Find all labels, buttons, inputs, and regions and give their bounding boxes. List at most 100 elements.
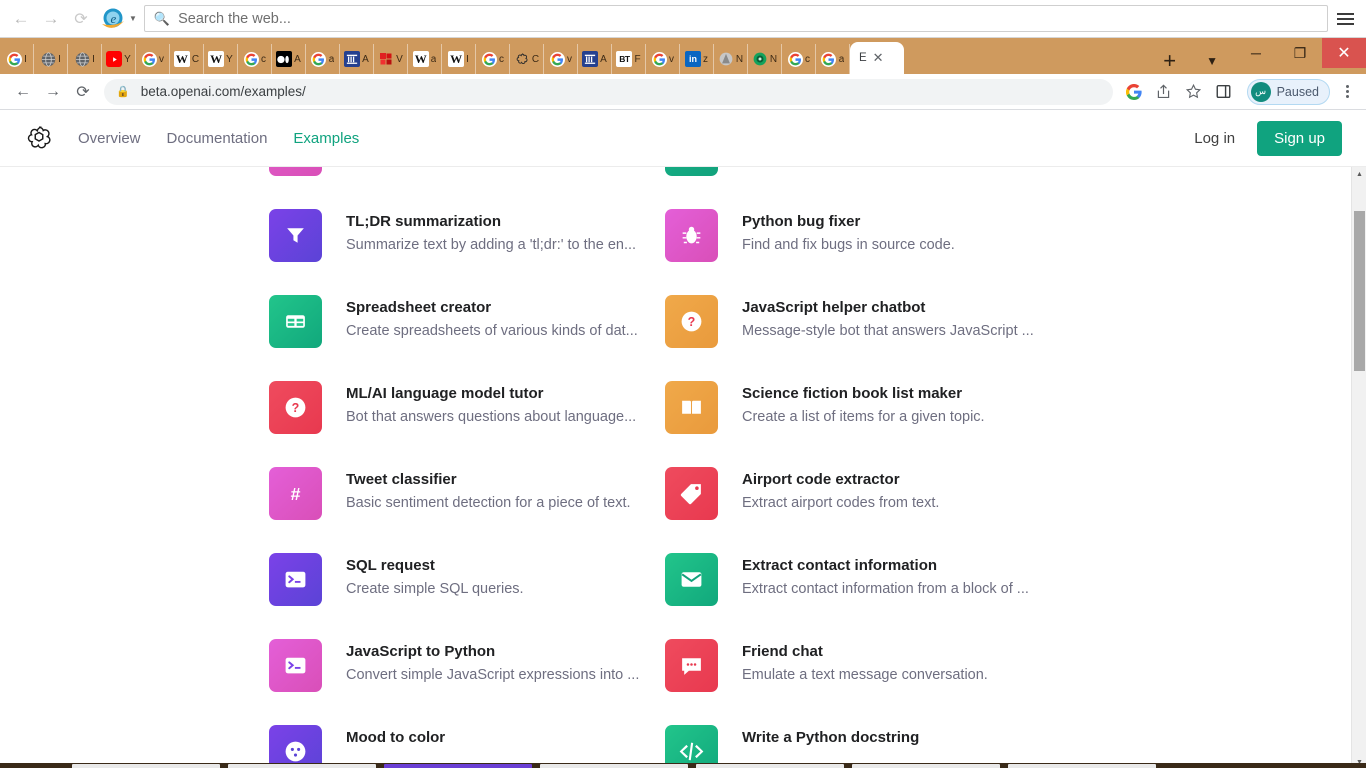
ie-forward-button[interactable]: → (36, 4, 66, 34)
browser-reload-button[interactable]: ⟳ (68, 78, 98, 106)
signup-button[interactable]: Sign up (1257, 120, 1342, 156)
browser-tab[interactable]: WI (442, 44, 476, 74)
nav-link-overview[interactable]: Overview (78, 130, 141, 147)
example-card-body: TL;DR summarization Summarize text by add… (346, 209, 636, 253)
browser-tab[interactable]: A (578, 44, 612, 74)
example-card[interactable]: TL;DR summarization Summarize text by add… (269, 197, 665, 283)
profile-chip[interactable]: س Paused (1246, 78, 1330, 105)
browser-tab[interactable]: N (714, 44, 748, 74)
browser-tab[interactable]: a (306, 44, 340, 74)
example-card[interactable]: Friend chat Emulate a text message conver… (665, 627, 1061, 713)
example-card[interactable]: Extract contact information Extract conta… (665, 541, 1061, 627)
scrollbar-thumb[interactable] (1354, 211, 1365, 371)
vertical-scrollbar[interactable]: ▲ ▼ (1351, 167, 1366, 768)
eye-favicon-icon (752, 51, 768, 67)
address-bar[interactable]: 🔒 beta.openai.com/examples/ (104, 78, 1113, 105)
lock-icon: 🔒 (116, 86, 130, 98)
example-card[interactable]: SQL request Create simple SQL queries. (269, 541, 665, 627)
globe-favicon-icon (74, 51, 90, 67)
kebab-menu-icon[interactable] (1336, 85, 1358, 98)
example-card-description: Find and fix bugs in source code. (742, 237, 955, 253)
example-card[interactable]: Mood to color (269, 713, 665, 768)
browser-tab[interactable]: v (136, 44, 170, 74)
browser-tab[interactable]: in z (680, 44, 714, 74)
ie-back-button[interactable]: ← (6, 4, 36, 34)
example-card[interactable]: Write a Python docstring (665, 713, 1061, 768)
example-card[interactable]: ? JavaScript helper chatbot Message-style … (665, 283, 1061, 369)
hamburger-menu-icon[interactable] (1334, 12, 1360, 25)
browser-tab[interactable]: WY (204, 44, 238, 74)
browser-tab-label: N (769, 53, 778, 65)
share-icon[interactable] (1149, 78, 1179, 106)
example-card[interactable]: Airport code extractor Extract airport co… (665, 455, 1061, 541)
google-g-favicon-icon (481, 51, 497, 67)
browser-tab-label: a (328, 53, 335, 65)
google-g-favicon-icon (549, 51, 565, 67)
windows-taskbar (0, 763, 1366, 768)
internet-explorer-logo-icon[interactable]: e (98, 4, 128, 34)
browser-tab[interactable]: BT F (612, 44, 646, 74)
browser-tab-label: V (396, 53, 403, 65)
browser-back-button[interactable]: ← (8, 78, 38, 106)
example-card-description: Emulate a text message conversation. (742, 667, 988, 683)
example-card[interactable]: JavaScript to Python Convert simple JavaS… (269, 627, 665, 713)
browser-tab[interactable]: Wa (408, 44, 442, 74)
browser-tab[interactable]: c (782, 44, 816, 74)
browser-tab-active[interactable]: E ✕ (850, 42, 904, 74)
browser-tab[interactable]: İ (34, 44, 68, 74)
browser-tab[interactable]: v (544, 44, 578, 74)
ie-reload-button[interactable]: ⟳ (66, 4, 96, 34)
browser-tab[interactable]: v (646, 44, 680, 74)
browser-tab[interactable]: V (374, 44, 408, 74)
example-card[interactable]: Spreadsheet creator Create spreadsheets o… (269, 283, 665, 369)
example-card[interactable]: ? ML/AI language model tutor Bot that answ… (269, 369, 665, 455)
browser-toolbar: ← → ⟳ 🔒 beta.openai.com/examples/ س Paus… (0, 74, 1366, 110)
browser-tab[interactable]: c (238, 44, 272, 74)
browser-tab[interactable]: A (340, 44, 374, 74)
browser-tab[interactable]: N (748, 44, 782, 74)
megaphone-icon (269, 167, 322, 176)
example-card[interactable]: # Tweet classifier Basic sentiment detecti… (269, 455, 665, 541)
example-card[interactable]: Python bug fixer Find and fix bugs in sou… (665, 197, 1061, 283)
window-close-button[interactable]: ✕ (1322, 38, 1366, 68)
example-card-description: Bot that answers questions about languag… (346, 409, 637, 425)
browser-tab[interactable]: Y (102, 44, 136, 74)
nav-link-examples[interactable]: Examples (293, 130, 359, 147)
close-icon[interactable]: ✕ (873, 50, 884, 66)
google-g-favicon-icon (787, 51, 803, 67)
wikipedia-favicon-icon: W (412, 51, 429, 67)
browser-tab[interactable]: c (476, 44, 510, 74)
tab-search-caret-icon[interactable]: ▼ (1190, 54, 1234, 74)
window-restore-button[interactable]: ❐ (1278, 38, 1322, 68)
nav-link-documentation[interactable]: Documentation (167, 130, 268, 147)
linkedin-favicon-icon: in (685, 51, 701, 67)
new-tab-button[interactable]: + (1151, 50, 1190, 74)
star-bookmark-icon[interactable] (1179, 78, 1209, 106)
browser-tab[interactable]: İ (0, 44, 34, 74)
example-card[interactable]: Science fiction book list maker Create a … (665, 369, 1061, 455)
ie-search-input[interactable]: 🔍 Search the web... (143, 5, 1328, 32)
browser-tab[interactable]: İ (68, 44, 102, 74)
google-g-favicon-icon (311, 51, 327, 67)
browser-tab[interactable]: C (510, 44, 544, 74)
open-book-icon (665, 381, 718, 434)
example-card[interactable]: Product name generatorCreate product nam… (665, 167, 1061, 197)
browser-tab[interactable]: A (272, 44, 306, 74)
login-link[interactable]: Log in (1194, 130, 1235, 147)
browser-tab[interactable]: a (816, 44, 850, 74)
browser-forward-button[interactable]: → (38, 78, 68, 106)
example-card-title: TL;DR summarization (346, 213, 502, 230)
example-card[interactable]: Ad from product descriptionTurn a produc… (269, 167, 665, 197)
ie-search-engine-caret-icon[interactable]: ▼ (129, 14, 137, 23)
google-g-favicon-icon (243, 51, 259, 67)
google-lens-icon[interactable] (1119, 78, 1149, 106)
window-minimize-button[interactable]: ─ (1234, 38, 1278, 68)
openai-logo-icon[interactable] (22, 121, 56, 155)
browser-tab[interactable]: WC (170, 44, 204, 74)
side-panel-icon[interactable] (1209, 78, 1239, 106)
scroll-up-arrow-icon[interactable]: ▲ (1352, 167, 1366, 182)
question-circle-icon: ? (269, 381, 322, 434)
browser-tab-label: C (191, 53, 200, 65)
example-card-title: Extract contact information (742, 557, 938, 574)
browser-tab-label: v (159, 53, 164, 65)
